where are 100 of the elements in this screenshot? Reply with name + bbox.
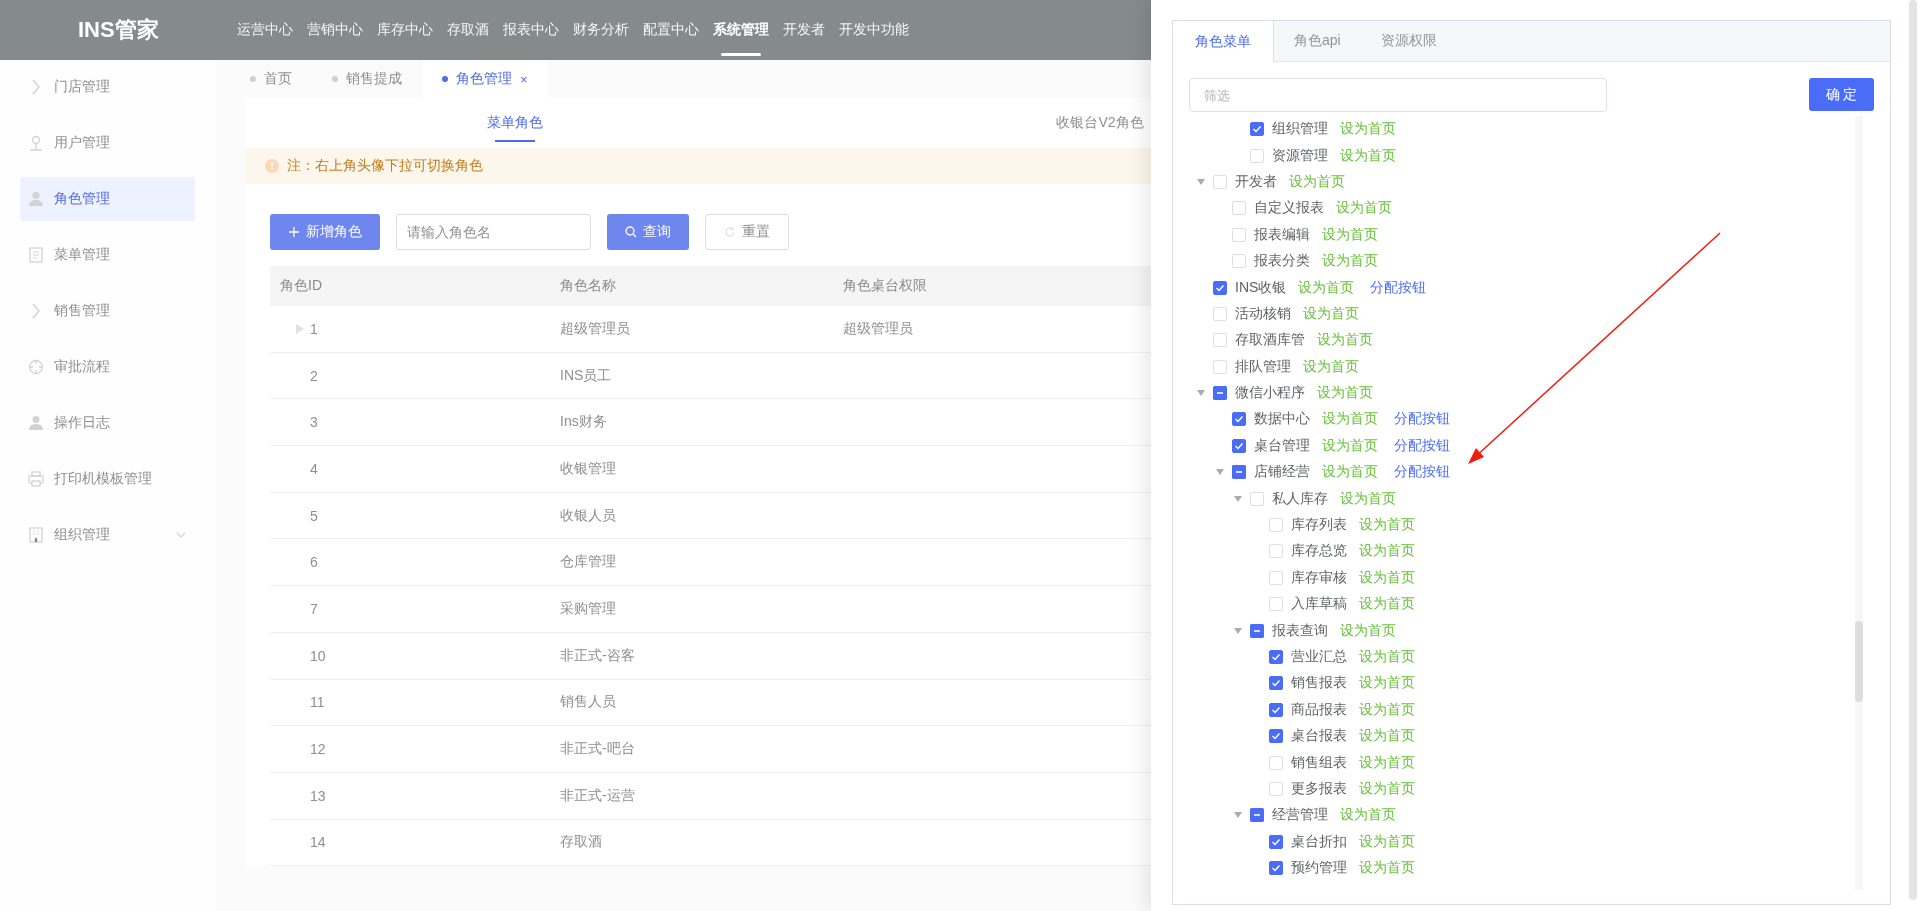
sidebar-item[interactable]: 角色管理 <box>20 177 195 221</box>
set-homepage-link[interactable]: 设为首页 <box>1298 278 1355 297</box>
dot-icon <box>332 76 338 82</box>
set-homepage-link[interactable]: 设为首页 <box>1321 436 1378 455</box>
set-homepage-link[interactable]: 设为首页 <box>1358 595 1415 614</box>
sidebar-item[interactable]: 用户管理 <box>20 121 195 165</box>
page-scrollbar[interactable] <box>1909 0 1917 900</box>
tree-node-label: 数据中心 <box>1253 410 1310 429</box>
user-icon <box>28 191 44 207</box>
close-icon[interactable]: × <box>520 71 528 87</box>
set-homepage-link[interactable]: 设为首页 <box>1321 410 1378 429</box>
tree-node-label: 销售报表 <box>1290 674 1347 693</box>
table-cell: 13 <box>310 787 326 804</box>
sidebar-item-label: 用户管理 <box>54 134 111 152</box>
set-homepage-link[interactable]: 设为首页 <box>1321 252 1378 271</box>
table-cell: 6 <box>310 554 318 571</box>
tree-node-label: 入库草稿 <box>1290 595 1347 614</box>
role-name-field[interactable]: 请输入角色名 <box>396 214 591 250</box>
nav-item[interactable]: 营销中心 <box>307 0 363 60</box>
table-cell: 10 <box>310 647 326 664</box>
set-homepage-link[interactable]: 设为首页 <box>1317 384 1373 403</box>
set-homepage-link[interactable]: 设为首页 <box>1317 331 1373 350</box>
set-homepage-link[interactable]: 设为首页 <box>1303 304 1359 323</box>
table-cell: 非正式-吧台 <box>560 740 635 759</box>
reset-button[interactable]: 重置 <box>705 214 789 250</box>
nav-item[interactable]: 存取酒 <box>447 0 489 60</box>
set-homepage-link[interactable]: 设为首页 <box>1358 542 1415 561</box>
sidebar-item[interactable]: 操作日志 <box>20 401 195 445</box>
drawer-tab[interactable]: 角色api <box>1274 21 1361 61</box>
set-homepage-link[interactable]: 设为首页 <box>1358 832 1415 851</box>
set-homepage-link[interactable]: 设为首页 <box>1289 172 1345 191</box>
table-cell: 7 <box>310 600 318 617</box>
nav-item[interactable]: 库存中心 <box>377 0 433 60</box>
role-tab[interactable]: 菜单角色 <box>245 98 785 148</box>
sidebar-item-label: 组织管理 <box>54 526 111 544</box>
set-homepage-link[interactable]: 设为首页 <box>1321 463 1378 482</box>
assign-buttons-link[interactable]: 分配按钮 <box>1393 410 1450 429</box>
user-outline-icon <box>28 135 44 151</box>
set-homepage-link[interactable]: 设为首页 <box>1340 806 1396 825</box>
sidebar-item[interactable]: 销售管理 <box>20 289 195 333</box>
assign-buttons-link[interactable]: 分配按钮 <box>1370 278 1427 297</box>
tree-node-label: 资源管理 <box>1272 146 1328 165</box>
tree-node-label: 经营管理 <box>1272 806 1328 825</box>
set-homepage-link[interactable]: 设为首页 <box>1358 753 1415 772</box>
sidebar-item[interactable]: 审批流程 <box>20 345 195 389</box>
set-homepage-link[interactable]: 设为首页 <box>1340 489 1396 508</box>
set-homepage-link[interactable]: 设为首页 <box>1358 648 1415 666</box>
set-homepage-link[interactable]: 设为首页 <box>1340 146 1396 165</box>
drawer-tab[interactable]: 资源权限 <box>1360 21 1457 61</box>
table-cell: 非正式-运营 <box>560 786 635 805</box>
set-homepage-link[interactable]: 设为首页 <box>1303 357 1359 376</box>
set-homepage-link[interactable]: 设为首页 <box>1358 779 1415 798</box>
add-role-button[interactable]: 新增角色 <box>270 214 380 250</box>
filter-field[interactable]: 筛选 <box>1189 78 1607 112</box>
sidebar-item[interactable]: 组织管理 <box>20 513 195 557</box>
table-cell: 销售人员 <box>560 693 616 712</box>
set-homepage-link[interactable]: 设为首页 <box>1321 225 1378 244</box>
set-homepage-link[interactable]: 设为首页 <box>1335 199 1392 218</box>
set-homepage-link[interactable]: 设为首页 <box>1340 120 1396 139</box>
sidebar-item[interactable]: 菜单管理 <box>20 233 195 277</box>
tab-label: 销售提成 <box>346 70 402 88</box>
nav-item[interactable]: 开发者 <box>783 0 825 60</box>
confirm-button[interactable]: 确 定 <box>1809 78 1874 111</box>
set-homepage-link[interactable]: 设为首页 <box>1358 568 1415 587</box>
nav-item[interactable]: 财务分析 <box>573 0 629 60</box>
sidebar-item[interactable]: 门店管理 <box>20 65 195 109</box>
nav-item[interactable]: 运营中心 <box>237 0 293 60</box>
table-cell: 采购管理 <box>560 599 616 618</box>
scrollbar-thumb[interactable] <box>1855 621 1863 702</box>
assign-buttons-link[interactable]: 分配按钮 <box>1393 463 1450 482</box>
nav-item[interactable]: 系统管理 <box>713 0 769 60</box>
tree-node-label: 店铺经营 <box>1253 463 1310 482</box>
table-cell: 收银人员 <box>560 506 616 525</box>
tree-node-label: 报表编辑 <box>1253 225 1310 244</box>
table-cell: 4 <box>310 460 318 477</box>
page-tab[interactable]: 角色管理 × <box>422 60 548 98</box>
tree-node-label: 开发者 <box>1235 172 1277 191</box>
table-cell: 仓库管理 <box>560 553 616 572</box>
drawer-tab[interactable]: 角色菜单 <box>1173 21 1274 62</box>
table-cell: 超级管理员 <box>560 319 630 338</box>
set-homepage-link[interactable]: 设为首页 <box>1358 859 1415 878</box>
nav-item[interactable]: 开发中功能 <box>839 0 909 60</box>
set-homepage-link[interactable]: 设为首页 <box>1358 700 1415 719</box>
page-tab[interactable]: 首页 <box>230 60 312 98</box>
tree-node-label: 桌台管理 <box>1253 436 1310 455</box>
set-homepage-link[interactable]: 设为首页 <box>1358 516 1415 535</box>
nav-item[interactable]: 报表中心 <box>503 0 559 60</box>
page-tab[interactable]: 销售提成 <box>312 60 422 98</box>
assign-buttons-link[interactable]: 分配按钮 <box>1393 436 1450 455</box>
dot-icon <box>442 76 448 82</box>
active-indicator <box>721 53 761 56</box>
set-homepage-link[interactable]: 设为首页 <box>1340 621 1396 640</box>
column-header: 角色ID <box>279 277 323 295</box>
query-button[interactable]: 查询 <box>607 214 689 250</box>
sidebar-item-label: 门店管理 <box>54 78 111 96</box>
nav-item[interactable]: 配置中心 <box>643 0 699 60</box>
set-homepage-link[interactable]: 设为首页 <box>1358 674 1415 693</box>
printer-icon <box>28 471 44 487</box>
set-homepage-link[interactable]: 设为首页 <box>1358 727 1415 746</box>
sidebar-item[interactable]: 打印机模板管理 <box>20 457 195 501</box>
